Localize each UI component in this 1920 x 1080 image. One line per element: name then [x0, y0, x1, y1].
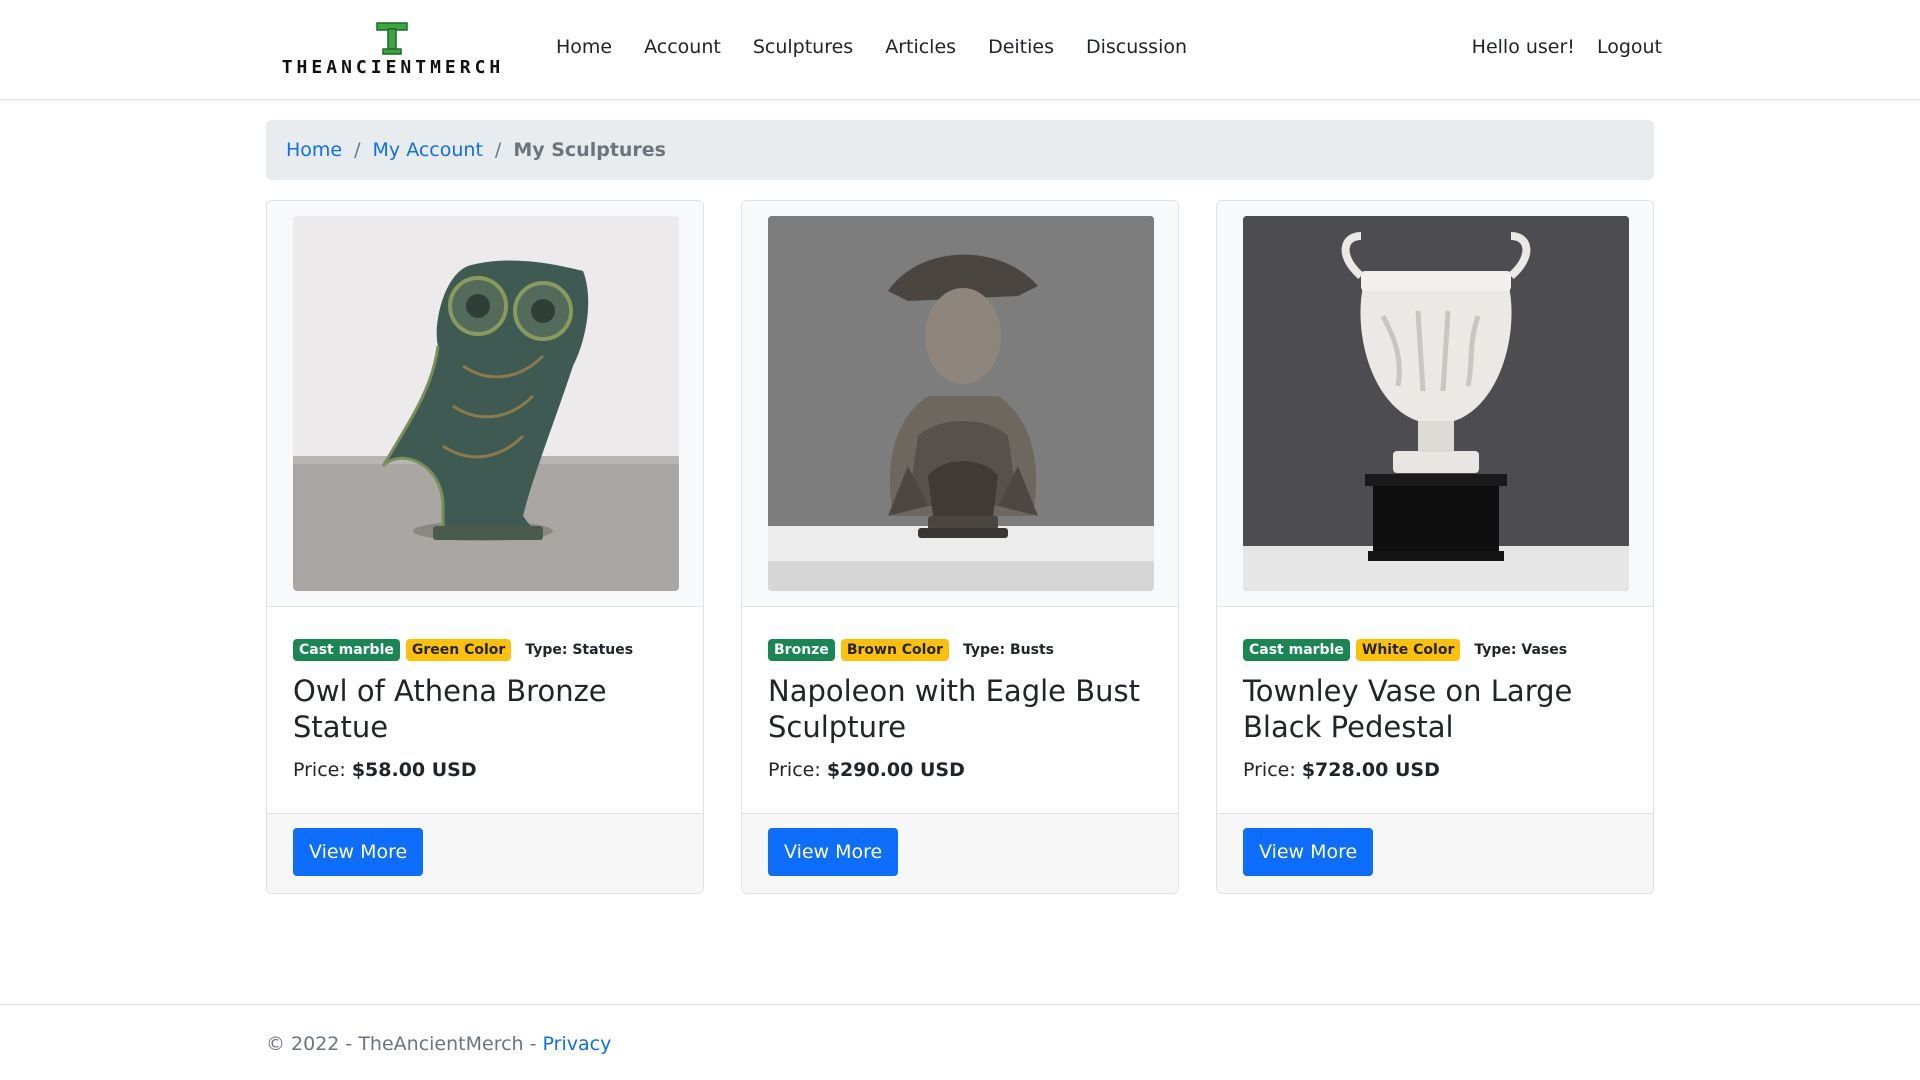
product-title: Owl of Athena Bronze Statue: [293, 674, 607, 744]
product-card-footer: View More: [742, 813, 1178, 893]
product-image-area: [267, 201, 703, 607]
color-badge: Brown Color: [840, 639, 949, 661]
product-card-body: Bronze Brown Color Type: Busts Napoleon …: [768, 639, 1158, 781]
product-title: Napoleon with Eagle Bust Sculpture: [768, 674, 1140, 744]
product-card-body: Cast marble White Color Type: Vases Town…: [1243, 639, 1633, 781]
material-badge: Bronze: [768, 639, 835, 661]
product-card-footer: View More: [1217, 813, 1653, 893]
product-price: Price: $728.00 USD: [1243, 759, 1633, 781]
product-card: Cast marble Green Color Type: Statues Ow…: [266, 200, 704, 894]
breadcrumb-home[interactable]: Home: [286, 139, 342, 161]
type-label: Type: Vases: [1474, 642, 1568, 658]
price-value: $728.00 USD: [1301, 759, 1440, 781]
type-label: Type: Busts: [963, 642, 1054, 658]
brand-logo[interactable]: THEANCIENTMERCH: [274, 20, 512, 78]
owl-statue-image[interactable]: [293, 216, 679, 591]
product-card-body: Cast marble Green Color Type: Statues Ow…: [293, 639, 683, 781]
product-card-footer: View More: [267, 813, 703, 893]
footer-text: © 2022 - TheAncientMerch - Privacy: [266, 1033, 611, 1055]
breadcrumb-separator: /: [494, 139, 502, 161]
nav-deities[interactable]: Deities: [972, 36, 1070, 58]
product-tags: Cast marble White Color Type: Vases: [1243, 639, 1633, 661]
material-badge: Cast marble: [293, 639, 400, 661]
color-badge: White Color: [1355, 639, 1461, 661]
nav-articles[interactable]: Articles: [869, 36, 972, 58]
nav-discussion[interactable]: Discussion: [1070, 36, 1203, 58]
user-area: Hello user! Logout: [1472, 36, 1662, 58]
page-footer: © 2022 - TheAncientMerch - Privacy: [0, 1004, 1920, 1080]
price-label: Price:: [293, 759, 346, 781]
logo-wordmark: THEANCIENTMERCH: [281, 57, 505, 78]
breadcrumb-my-account[interactable]: My Account: [373, 139, 483, 161]
product-tags: Bronze Brown Color Type: Busts: [768, 639, 1158, 661]
view-more-button[interactable]: View More: [293, 828, 424, 876]
breadcrumb-current: My Sculptures: [513, 139, 666, 161]
copyright-text: © 2022 - TheAncientMerch -: [266, 1033, 543, 1055]
product-tags: Cast marble Green Color Type: Statues: [293, 639, 683, 661]
nav-home[interactable]: Home: [540, 36, 628, 58]
product-image-area: [742, 201, 1178, 607]
top-navbar: THEANCIENTMERCH Home Account Sculptures …: [0, 0, 1920, 100]
product-price: Price: $290.00 USD: [768, 759, 1158, 781]
breadcrumb-separator: /: [354, 139, 361, 161]
nav-account[interactable]: Account: [628, 36, 737, 58]
logout-link[interactable]: Logout: [1597, 36, 1662, 58]
napoleon-bust-image[interactable]: [768, 216, 1154, 591]
view-more-button[interactable]: View More: [1243, 828, 1374, 876]
product-price: Price: $58.00 USD: [293, 759, 683, 781]
privacy-link[interactable]: Privacy: [543, 1033, 612, 1055]
product-image-area: [1217, 201, 1653, 607]
type-label: Type: Statues: [525, 642, 634, 658]
townley-vase-image[interactable]: [1243, 216, 1629, 591]
material-badge: Cast marble: [1243, 639, 1350, 661]
user-greeting: Hello user!: [1471, 36, 1575, 58]
product-card: Cast marble White Color Type: Vases Town…: [1216, 200, 1654, 894]
product-card: Bronze Brown Color Type: Busts Napoleon …: [741, 200, 1179, 894]
nav-sculptures[interactable]: Sculptures: [737, 36, 869, 58]
product-grid: Cast marble Green Color Type: Statues Ow…: [266, 200, 1654, 894]
breadcrumb: Home / My Account / My Sculptures: [266, 120, 1654, 180]
price-value: $290.00 USD: [826, 759, 965, 781]
product-title: Townley Vase on Large Black Pedestal: [1243, 674, 1573, 744]
price-value: $58.00 USD: [351, 759, 477, 781]
main-nav: Home Account Sculptures Articles Deities…: [540, 36, 1203, 58]
logo-t-icon: [376, 22, 408, 55]
price-label: Price:: [768, 759, 821, 781]
color-badge: Green Color: [405, 639, 512, 661]
view-more-button[interactable]: View More: [768, 828, 899, 876]
price-label: Price:: [1243, 759, 1296, 781]
